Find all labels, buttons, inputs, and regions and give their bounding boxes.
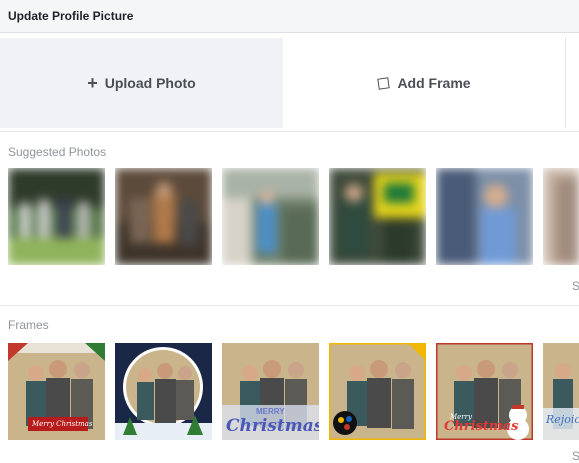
section-divider — [0, 305, 579, 306]
suggested-photo[interactable] — [222, 168, 319, 265]
frame-caption: Rejoice — [546, 413, 579, 426]
suggested-photo[interactable] — [329, 168, 426, 265]
dialog-header: Update Profile Picture — [0, 0, 579, 33]
frame-option[interactable]: Rejoice — [543, 343, 579, 440]
frames-label: Frames — [8, 318, 49, 332]
suggested-photo[interactable] — [8, 168, 105, 265]
dialog-title: Update Profile Picture — [8, 9, 134, 23]
frame-option[interactable]: Merry Christmas — [436, 343, 533, 440]
frame-option[interactable] — [329, 343, 426, 440]
suggested-photo[interactable] — [436, 168, 533, 265]
suggested-photo[interactable] — [115, 168, 212, 265]
frame-photo-image — [115, 343, 212, 440]
frame-caption: Merry Christmas — [32, 420, 93, 428]
suggested-photos-label: Suggested Photos — [8, 145, 107, 159]
photo-2-image — [115, 168, 212, 265]
frame-caption-top: MERRY — [256, 407, 285, 416]
upload-photo-button[interactable]: + Upload Photo — [0, 38, 283, 128]
add-frame-button[interactable]: Add Frame — [284, 38, 566, 128]
photo-3-image — [222, 168, 319, 265]
photo-1-image — [8, 168, 105, 265]
frame-caption: Christmas — [226, 416, 319, 436]
add-frame-label: Add Frame — [397, 75, 471, 91]
suggested-photo[interactable] — [543, 168, 579, 265]
photo-5-image — [436, 168, 533, 265]
see-more-suggested[interactable]: S — [572, 279, 579, 293]
frame-option[interactable]: MERRY Christmas — [222, 343, 319, 440]
frame-photo-image — [329, 343, 426, 440]
frame-option[interactable] — [115, 343, 212, 440]
frame-icon — [377, 76, 391, 90]
frame-caption: Christmas — [444, 419, 519, 434]
frame-option[interactable]: Merry Christmas — [8, 343, 105, 440]
photo-6-image — [543, 168, 579, 265]
upload-photo-label: Upload Photo — [104, 75, 196, 91]
see-more-frames[interactable]: S — [572, 449, 579, 463]
action-row: + Upload Photo Add Frame — [0, 34, 579, 132]
photo-4-image — [329, 168, 426, 265]
plus-icon: + — [87, 73, 98, 93]
